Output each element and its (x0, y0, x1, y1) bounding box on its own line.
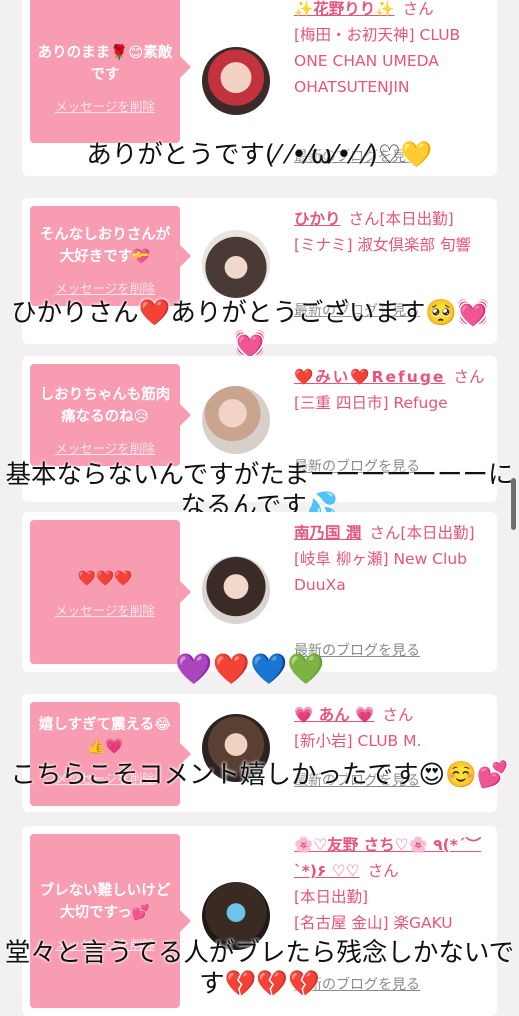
shop-name[interactable]: [梅田・お初天神] CLUB ONE CHAN UMEDA OHATSUTENJ… (294, 26, 460, 96)
avatar[interactable] (202, 386, 270, 454)
message-text: ありのまま🌹😊素敵です (37, 45, 173, 83)
message-text: そんなしおりさんが大好きです💝 (39, 227, 171, 265)
shop-name[interactable]: [新小岩] CLUB M. (294, 732, 421, 750)
message-bubble: ありのまま🌹😊素敵です メッセージを削除 (30, 0, 191, 143)
reply-caption: 堂々と言うてる人がブレたら残念しかないです💔💔💔 (4, 938, 515, 999)
shop-name[interactable]: [名古屋 金山] 楽GAKU (294, 914, 453, 932)
delete-message-link[interactable]: メッセージを削除 (36, 438, 174, 457)
delete-message-link[interactable]: メッセージを削除 (36, 600, 174, 619)
reply-emoji-row: 💜❤️💙💚 (175, 652, 325, 687)
shop-name[interactable]: [ミナミ] 淑女倶楽部 旬響 (294, 236, 471, 254)
message-bubble: ❤️❤️❤️ メッセージを削除 (30, 520, 191, 664)
message-text: ❤️❤️❤️ (77, 571, 133, 587)
avatar[interactable] (202, 47, 270, 115)
scrollbar[interactable] (511, 478, 516, 530)
reply-caption: ありがとうです(⁄ ⁄•⁄ω⁄•⁄ ⁄)♡💛 (86, 140, 433, 170)
sender-info: 🌸♡友野 さち♡🌸 ٩(*´︶`*)۶ ♡♡ さん [本日出勤] [名古屋 金山]… (294, 832, 490, 936)
comment-card: ❤️❤️❤️ メッセージを削除 南乃国 潤さん[本日出勤] [岐阜 柳ヶ瀬] N… (22, 512, 497, 672)
honorific: さん[本日出勤] (348, 210, 454, 228)
sender-info: ❤️みい❤️Refuge さん [三重 四日市] Refuge (294, 364, 490, 416)
reply-caption: ひかりさん❤️ありがとうございます🥺💓💓 (11, 298, 489, 359)
sender-info: 南乃国 潤さん[本日出勤] [岐阜 柳ヶ瀬] New Club DuuXa (294, 520, 490, 598)
message-bubble: そんなしおりさんが大好きです💝 メッセージを削除 (30, 206, 191, 306)
message-bubble: しおりちゃんも筋肉痛なるのね😥 メッセージを削除 (30, 364, 191, 466)
sender-name[interactable]: ひかり (294, 210, 341, 228)
sender-info: ✨花野りり✨ さん [梅田・お初天神] CLUB ONE CHAN UMEDA O… (294, 0, 490, 100)
delete-message-link[interactable]: メッセージを削除 (36, 96, 174, 115)
sender-name[interactable]: ❤️みい❤️Refuge (294, 368, 445, 386)
delete-message-link[interactable]: メッセージを削除 (36, 278, 174, 297)
shop-name[interactable]: [岐阜 柳ヶ瀬] New Club DuuXa (294, 550, 467, 594)
honorific: さん (367, 862, 399, 880)
message-text: 嬉しすぎて震える😂👍💗 (38, 717, 172, 755)
shop-name[interactable]: [三重 四日市] Refuge (294, 394, 448, 412)
honorific: さん[本日出勤] (369, 524, 475, 542)
sender-info: ひかり さん[本日出勤] [ミナミ] 淑女倶楽部 旬響 (294, 206, 490, 258)
message-text: ブレない難しいけど大切ですっ💕 (39, 883, 171, 921)
reply-caption: こちらこそコメント嬉しかったです😍☺️💕 (10, 760, 509, 790)
work-status: [本日出勤] (294, 888, 369, 906)
sender-name[interactable]: 南乃国 潤 (294, 524, 361, 542)
sender-info: 💗 あん 💗 さん [新小岩] CLUB M. (294, 702, 490, 754)
sender-name[interactable]: 💗 あん 💗 (294, 706, 374, 724)
comment-card: 嬉しすぎて震える😂👍💗 メッセージを削除 💗 あん 💗 さん [新小岩] CLUB… (22, 694, 497, 812)
message-text: しおりちゃんも筋肉痛なるのね😥 (39, 387, 171, 425)
honorific: さん (382, 706, 414, 724)
avatar[interactable] (202, 556, 270, 624)
avatar[interactable] (202, 230, 270, 298)
honorific: さん (453, 368, 485, 386)
sender-name[interactable]: ✨花野りり✨ (294, 0, 395, 18)
honorific: さん (402, 0, 434, 18)
